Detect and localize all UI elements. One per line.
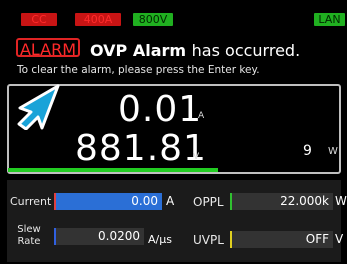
current-range-indicator: 400A — [75, 13, 121, 26]
measured-voltage-unit: V — [193, 152, 200, 162]
uvpl-label: UVPL — [193, 233, 224, 247]
uvpl-field[interactable]: OFF — [232, 231, 333, 248]
measured-current: 0.01 — [118, 89, 203, 130]
current-setting-label: Current — [10, 195, 52, 208]
slew-rate-label-line1: Slew — [17, 224, 41, 235]
alarm-message: To clear the alarm, please press the Ent… — [17, 64, 260, 76]
oppl-label: OPPL — [193, 195, 224, 209]
measured-current-unit: A — [198, 111, 205, 121]
slew-rate-label-line2: Rate — [17, 236, 41, 247]
voltage-range-indicator: 800V — [133, 13, 173, 26]
measured-power-unit: W — [328, 146, 338, 157]
slew-rate-unit: A/µs — [148, 233, 172, 246]
measured-power: 9 — [303, 143, 312, 159]
oppl-field[interactable]: 22.000k — [232, 193, 333, 210]
current-setting-unit: A — [166, 194, 175, 208]
oppl-unit: W — [335, 194, 347, 208]
current-setting-field[interactable]: 0.00 — [56, 193, 162, 210]
uvpl-unit: V — [335, 232, 344, 246]
alarm-title-name: OVP Alarm — [90, 41, 187, 60]
lan-indicator: LAN — [314, 13, 345, 26]
cc-indicator: CC — [21, 13, 57, 26]
arrow-pointer-icon — [17, 84, 60, 130]
alarm-title-rest: has occurred. — [191, 41, 301, 60]
status-bar: CC 400A 800V LAN — [0, 0, 347, 28]
slew-rate-field[interactable]: 0.0200 — [56, 228, 144, 245]
slew-rate-label: Slew Rate — [14, 224, 44, 248]
measured-voltage: 881.81 — [75, 128, 207, 169]
alarm-badge: ALARM — [16, 38, 80, 59]
measurement-underline — [8, 168, 218, 172]
alarm-title: OVP Alarm has occurred. — [90, 41, 300, 60]
